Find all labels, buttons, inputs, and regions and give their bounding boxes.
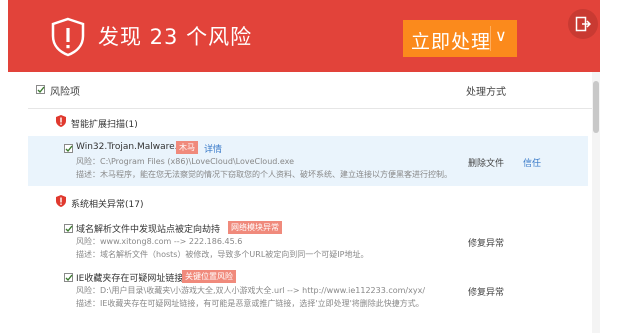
item-checkbox[interactable] — [64, 224, 73, 233]
scrollbar-thumb[interactable] — [593, 81, 599, 133]
risk-item[interactable]: 域名解析文件中发现站点被定向劫持 网络模块异常 风险：www.xitong8.c… — [28, 216, 588, 264]
column-action-label: 处理方式 — [466, 87, 506, 98]
item-checkbox[interactable] — [64, 144, 73, 153]
risk-description: 描述：木马程序，能在您无法察觉的情况下窃取您的个人资料、破坏系统、建立连接以方便… — [76, 170, 452, 179]
group-label: 智能扩展扫描(1) — [71, 120, 138, 130]
check-icon — [65, 225, 73, 233]
risk-path: 风险：D:\用户目录\收藏夹\小游戏大全,双人小游戏大全.url --> htt… — [76, 286, 426, 295]
action-repair[interactable]: 修复异常 — [468, 285, 504, 298]
trust-link[interactable]: 信任 — [523, 156, 541, 169]
shield-warning-icon — [56, 115, 66, 127]
fix-now-button[interactable]: 立即处理 ∨ — [403, 20, 517, 57]
group-smart-extension-scan[interactable]: 智能扩展扫描(1) — [28, 108, 588, 136]
group-system-anomalies[interactable]: 系统相关异常(17) — [28, 188, 588, 216]
header-bar: 发现 23 个风险 立即处理 ∨ — [8, 0, 600, 72]
risk-type-badge: 网络模块异常 — [228, 221, 282, 234]
risk-item-name: 域名解析文件中发现站点被定向劫持 — [76, 225, 221, 235]
risk-item[interactable]: Win32.Trojan.Malware.Ncja 木马 详情 风险：C:\Pr… — [28, 136, 588, 186]
chevron-down-icon[interactable]: ∨ — [495, 26, 507, 45]
page-title: 发现 23 个风险 — [98, 25, 253, 49]
shield-warning-icon — [56, 195, 66, 207]
fix-now-label: 立即处理 — [411, 31, 492, 53]
risk-description: 描述：IE收藏夹存在可疑网址链接，有可能是恶意或推广链接，选择'立即处理'将删除… — [76, 299, 424, 308]
column-risk-label: 风险项 — [50, 87, 80, 98]
risk-item[interactable]: IE收藏夹存在可疑网址链接 关键位置风险 风险：D:\用户目录\收藏夹\小游戏大… — [28, 265, 588, 315]
risk-type-badge: 木马 — [176, 141, 198, 154]
risk-type-badge: 关键位置风险 — [182, 270, 236, 283]
exit-icon — [575, 16, 591, 32]
details-link[interactable]: 详情 — [204, 142, 222, 155]
group-label: 系统相关异常(17) — [71, 200, 144, 210]
select-all-checkbox[interactable] — [36, 85, 45, 94]
check-icon — [65, 274, 73, 282]
exit-button[interactable] — [568, 9, 598, 39]
column-header: 风险项 处理方式 — [28, 72, 598, 109]
risk-path: 风险：www.xitong8.com --> 222.186.45.6 — [76, 237, 243, 246]
check-icon — [65, 145, 73, 153]
risk-scan-window: 发现 23 个风险 立即处理 ∨ 风险项 处理方式 智能扩展扫描(1) Win3… — [8, 0, 600, 333]
item-checkbox[interactable] — [64, 273, 73, 282]
shield-warning-icon — [51, 17, 85, 57]
check-icon — [37, 86, 45, 94]
button-divider — [490, 26, 491, 51]
risk-path: 风险：C:\Program Files (x86)\LoveCloud\Love… — [76, 157, 295, 166]
risk-description: 描述：域名解析文件（hosts）被修改，导致多个URL被定向到同一个可疑IP地址… — [76, 250, 369, 259]
action-delete-file[interactable]: 删除文件 — [468, 156, 504, 169]
action-repair[interactable]: 修复异常 — [468, 236, 504, 249]
risk-item-name: IE收藏夹存在可疑网址链接 — [76, 274, 184, 284]
